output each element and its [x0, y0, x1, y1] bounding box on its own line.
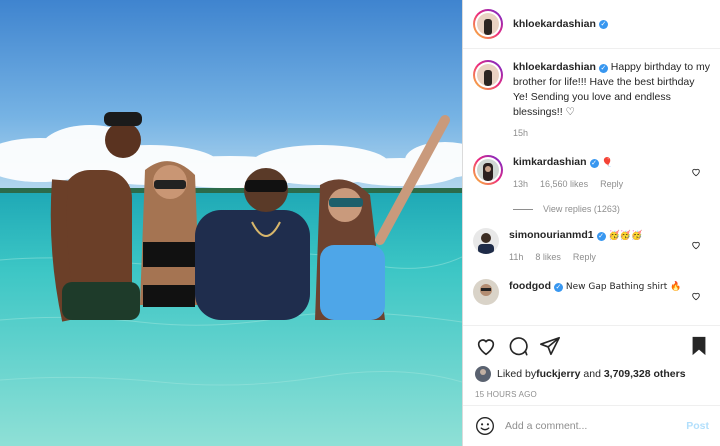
verified-badge: ✓	[598, 19, 608, 29]
comment-item: foodgod ✓ New Gap Bathing shirt 🔥	[473, 279, 711, 305]
reply-button[interactable]: Reply	[573, 250, 596, 265]
comment-username[interactable]: kimkardashian	[513, 156, 587, 168]
comment-input[interactable]	[505, 420, 687, 432]
comment-likes[interactable]: 8 likes	[535, 250, 561, 265]
commenter-avatar[interactable]	[473, 155, 503, 185]
author-avatar[interactable]	[473, 9, 503, 39]
comment-username[interactable]: simonourianmd1	[509, 229, 594, 241]
reply-button[interactable]: Reply	[600, 177, 623, 192]
caption-avatar[interactable]	[473, 60, 503, 90]
liked-by-mid: and	[580, 368, 604, 380]
post-header: khloekardashian ✓	[463, 0, 720, 49]
comment-item: simonourianmd1 ✓ 🥳🥳🥳 11h 8 likes Reply	[473, 228, 711, 265]
post-actions: Liked by fuckjerry and 3,709,328 others …	[463, 325, 720, 399]
heart-icon[interactable]	[475, 335, 497, 357]
view-replies-label: View replies (1263)	[543, 204, 620, 214]
author-username[interactable]: khloekardashian	[513, 18, 596, 30]
caption-age[interactable]: 15h	[513, 126, 528, 141]
instagram-post: khloekardashian ✓ khloekardashian ✓ Happy…	[0, 0, 720, 446]
comment-icon[interactable]	[507, 335, 529, 357]
person-2	[140, 161, 200, 307]
comment-age[interactable]: 13h	[513, 177, 528, 192]
like-comment-icon[interactable]	[691, 167, 701, 177]
bookmark-icon[interactable]	[689, 335, 709, 357]
like-comment-icon[interactable]	[691, 291, 701, 301]
caption: khloekardashian ✓ Happy birthday to my br…	[473, 60, 711, 141]
divider-line	[513, 208, 533, 210]
commenter-avatar[interactable]	[473, 228, 499, 254]
comment-age[interactable]: 11h	[509, 250, 523, 265]
liked-by-user[interactable]: fuckjerry	[536, 368, 580, 380]
comment-text: 🥳🥳🥳	[608, 231, 643, 241]
liked-by-count[interactable]: 3,709,328 others	[604, 368, 686, 380]
post-sidebar: khloekardashian ✓ khloekardashian ✓ Happy…	[462, 0, 720, 446]
post-photo[interactable]	[0, 0, 462, 446]
liked-by-prefix: Liked by	[497, 368, 537, 380]
comment-item: kimkardashian ✓ 🎈 13h 16,560 likes Reply	[473, 155, 711, 192]
smiley-icon[interactable]	[475, 416, 495, 436]
post-timestamp[interactable]: 15 HOURS AGO	[475, 390, 709, 399]
like-comment-icon[interactable]	[691, 240, 701, 250]
liker-avatar[interactable]	[475, 366, 491, 382]
beach-photo	[0, 0, 462, 446]
view-replies-button[interactable]: View replies (1263)	[513, 204, 711, 214]
verified-badge: ✓	[553, 283, 563, 292]
comment-likes[interactable]: 16,560 likes	[540, 177, 588, 192]
share-icon[interactable]	[539, 335, 561, 357]
likes-summary: Liked by fuckjerry and 3,709,328 others	[475, 366, 709, 382]
comment-username[interactable]: foodgod	[509, 280, 551, 292]
verified-badge: ✓	[598, 64, 608, 73]
caption-username[interactable]: khloekardashian	[513, 61, 596, 73]
action-icons	[475, 334, 709, 358]
post-comment-button[interactable]: Post	[686, 420, 709, 432]
add-comment-bar: Post	[463, 405, 720, 446]
commenter-avatar[interactable]	[473, 279, 499, 305]
verified-badge: ✓	[596, 232, 606, 241]
verified-badge: ✓	[589, 159, 599, 168]
comment-text: New Gap Bathing shirt 🔥	[565, 282, 682, 292]
comments-list: khloekardashian ✓ Happy birthday to my br…	[463, 60, 720, 325]
comment-text: 🎈	[601, 158, 613, 168]
